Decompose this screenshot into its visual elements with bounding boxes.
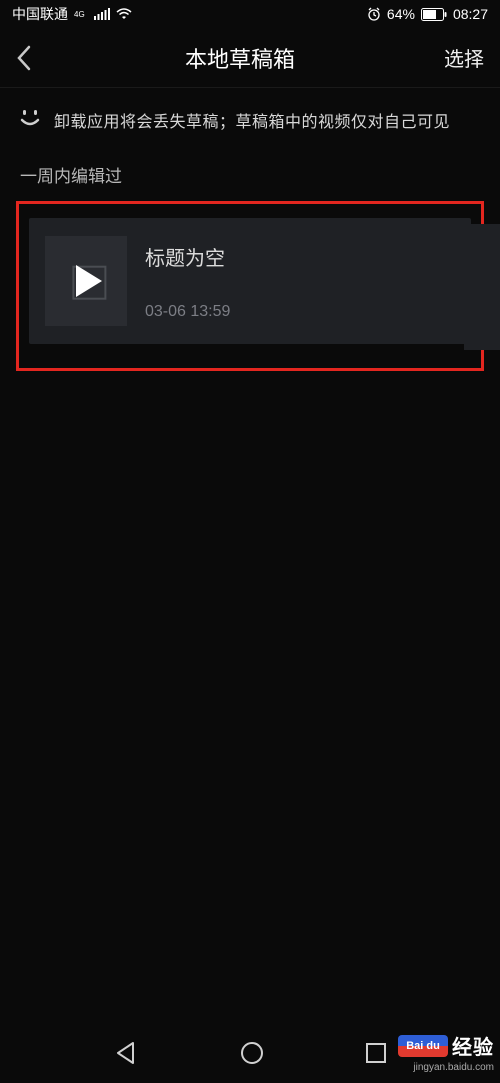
watermark-url: jingyan.baidu.com: [413, 1062, 494, 1073]
baidu-logo-icon: Bai du: [398, 1035, 448, 1057]
draft-thumbnail: [45, 236, 127, 326]
draft-item[interactable]: 标题为空 03-06 13:59: [29, 218, 471, 344]
nav-recent-button[interactable]: [365, 1042, 387, 1064]
status-bar: 中国联通 4G: [0, 0, 500, 28]
section-header: 一周内编辑过: [0, 154, 500, 201]
nav-bar: 本地草稿箱 选择: [0, 28, 500, 88]
watermark-text: 经验: [452, 1031, 494, 1060]
adjacent-card-sliver[interactable]: [464, 224, 500, 350]
alarm-icon: [367, 7, 381, 21]
status-time: 08:27: [453, 6, 488, 22]
play-icon: [76, 265, 102, 297]
circle-home-icon: [239, 1040, 265, 1066]
status-right: 64% 08:27: [367, 6, 488, 22]
draft-title: 标题为空: [145, 242, 230, 271]
network-4g-icon: 4G: [74, 9, 88, 19]
draft-meta: 标题为空 03-06 13:59: [145, 242, 230, 321]
carrier-name: 中国联通: [12, 4, 68, 24]
select-button[interactable]: 选择: [424, 43, 484, 72]
draft-timestamp: 03-06 13:59: [145, 303, 230, 321]
back-button[interactable]: [16, 45, 56, 71]
square-recent-icon: [365, 1042, 387, 1064]
battery-pct: 64%: [387, 6, 415, 22]
nav-home-button[interactable]: [239, 1040, 265, 1066]
info-row: 卸载应用将会丢失草稿；草稿箱中的视频仅对自己可见: [0, 96, 500, 154]
svg-text:4G: 4G: [74, 10, 85, 19]
triangle-back-icon: [113, 1040, 139, 1066]
watermark: Bai du 经验 jingyan.baidu.com: [398, 1031, 494, 1073]
nav-back-button[interactable]: [113, 1040, 139, 1066]
chevron-left-icon: [16, 45, 32, 71]
wifi-icon: [116, 8, 132, 20]
signal-icon: [94, 8, 110, 20]
page-title: 本地草稿箱: [56, 42, 424, 74]
info-text: 卸载应用将会丢失草稿；草稿箱中的视频仅对自己可见: [54, 108, 450, 132]
status-left: 中国联通 4G: [12, 4, 132, 24]
highlight-annotation: 标题为空 03-06 13:59: [16, 201, 484, 371]
battery-icon: [421, 8, 447, 21]
smile-icon: [20, 110, 40, 131]
